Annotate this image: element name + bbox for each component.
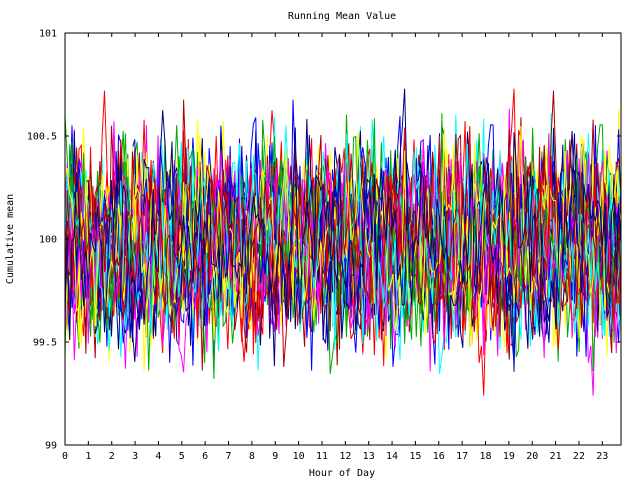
x-tick-label: 23: [596, 451, 608, 462]
chart-container: Running Mean Value 0 1 2 3 4 5 6 7 8 9 10 11 12 13 14 1…: [0, 0, 640, 480]
y-tick-label: 99: [45, 441, 57, 452]
x-tick-label: 18: [479, 451, 491, 462]
x-tick-label: 7: [226, 451, 232, 462]
x-tick-label: 20: [526, 451, 538, 462]
x-tick-label: 6: [202, 451, 208, 462]
x-tick-label: 17: [456, 451, 468, 462]
x-tick-label: 22: [573, 451, 585, 462]
y-tick-label: 99.5: [33, 338, 57, 349]
x-tick-label: 14: [386, 451, 398, 462]
line-chart: Running Mean Value 0 1 2 3 4 5 6 7 8 9 10 11 12 13 14 1…: [0, 0, 640, 480]
x-tick-label: 19: [503, 451, 515, 462]
x-tick-label: 4: [155, 451, 161, 462]
x-tick-label: 2: [109, 451, 115, 462]
x-tick-label: 13: [363, 451, 375, 462]
x-tick-label: 9: [272, 451, 278, 462]
x-tick-label: 21: [550, 451, 562, 462]
x-tick-label: 16: [433, 451, 445, 462]
chart-title: Running Mean Value: [288, 11, 396, 22]
y-tick-label: 100: [39, 235, 57, 246]
x-tick-label: 1: [85, 451, 91, 462]
x-tick-label: 11: [316, 451, 328, 462]
x-tick-label: 8: [249, 451, 255, 462]
y-tick-label: 100.5: [27, 132, 57, 143]
x-tick-label: 0: [62, 451, 68, 462]
x-tick-label: 15: [409, 451, 421, 462]
x-tick-label: 12: [339, 451, 351, 462]
y-axis-label: Cumulative mean: [5, 194, 16, 284]
x-tick-label: 10: [293, 451, 305, 462]
x-tick-label: 3: [132, 451, 138, 462]
y-tick-label: 101: [39, 29, 57, 40]
x-axis-label: Hour of Day: [309, 468, 375, 479]
x-tick-label: 5: [179, 451, 185, 462]
